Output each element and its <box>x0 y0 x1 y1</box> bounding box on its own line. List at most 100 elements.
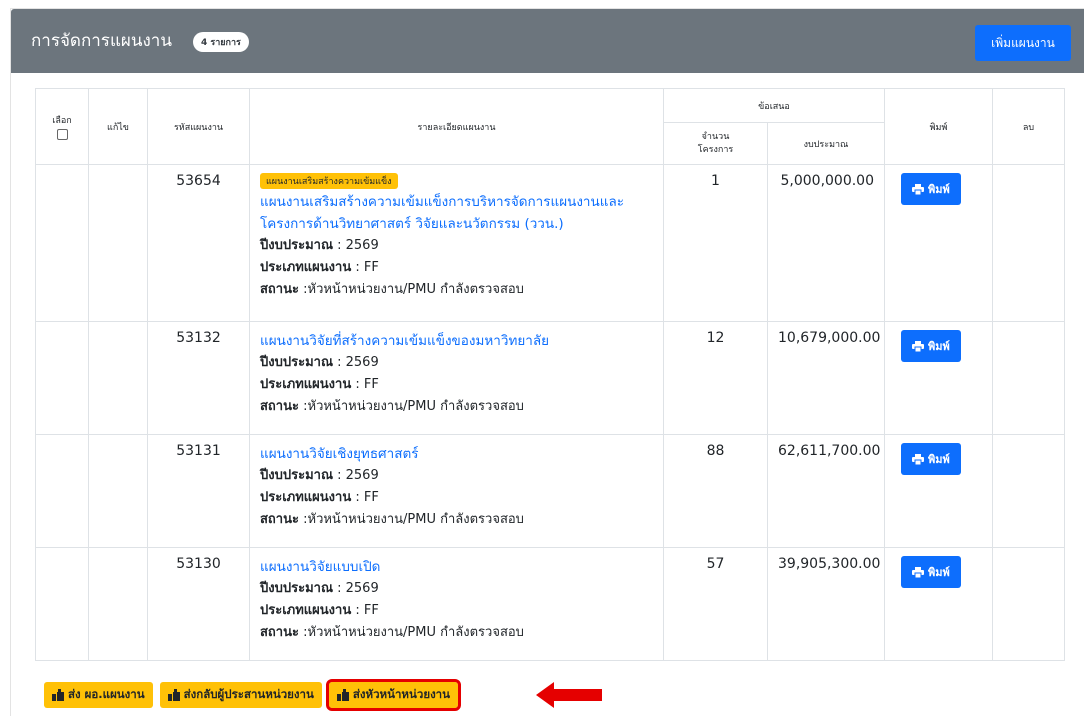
plan-type-value: : FF <box>351 603 379 618</box>
plan-code: 53132 <box>147 321 250 435</box>
status-value: :หัวหน้าหน่วยงาน/PMU กำลังตรวจสอบ <box>298 625 524 640</box>
status-line: สถานะ :หัวหน้าหน่วยงาน/PMU กำลังตรวจสอบ <box>260 509 653 531</box>
header-edit: แก้ไข <box>88 88 148 165</box>
page-title: การจัดการแผนงาน <box>31 31 172 51</box>
status-value: :หัวหน้าหน่วยงาน/PMU กำลังตรวจสอบ <box>298 282 524 297</box>
send-icon <box>336 689 349 701</box>
plan-code: 53131 <box>147 434 250 548</box>
plan-code: 53654 <box>147 164 250 322</box>
print-cell: พิมพ์ <box>884 434 993 548</box>
table-row: 53130 แผนงานวิจัยแบบเปิด ปีงบประมาณ : 25… <box>35 547 1065 661</box>
action-buttons: ส่ง ผอ.แผนงาน ส่งกลับผู้ประสานหน่วยงาน ส… <box>44 679 462 711</box>
select-cell <box>35 164 89 322</box>
header-proposal: ข้อเสนอ <box>663 88 885 123</box>
status-line: สถานะ :หัวหน้าหน่วยงาน/PMU กำลังตรวจสอบ <box>260 279 653 301</box>
table-row: 53654 แผนงานเสริมสร้างความเข้มแข็ง แผนงา… <box>35 164 1065 322</box>
plan-tag: แผนงานเสริมสร้างความเข้มแข็ง <box>260 173 398 189</box>
plan-title-link[interactable]: แผนงานวิจัยแบบเปิด <box>260 556 653 578</box>
fiscal-year-line: ปีงบประมาณ : 2569 <box>260 235 653 257</box>
fiscal-year-value: : 2569 <box>333 468 379 483</box>
fiscal-year-value: : 2569 <box>333 581 379 596</box>
printer-icon <box>912 453 924 465</box>
project-count: 57 <box>663 547 768 661</box>
print-button[interactable]: พิมพ์ <box>901 443 961 475</box>
send-unit-head-button[interactable]: ส่งหัวหน้าหน่วยงาน <box>325 679 462 711</box>
status-value: :หัวหน้าหน่วยงาน/PMU กำลังตรวจสอบ <box>298 399 524 414</box>
fiscal-year-line: ปีงบประมาณ : 2569 <box>260 578 653 600</box>
project-count: 12 <box>663 321 768 435</box>
send-plan-director-label: ส่ง ผอ.แผนงาน <box>68 687 145 701</box>
budget-amount: 39,905,300.00 <box>767 547 885 661</box>
project-count: 88 <box>663 434 768 548</box>
print-button[interactable]: พิมพ์ <box>901 173 961 205</box>
plan-code: 53130 <box>147 547 250 661</box>
print-label: พิมพ์ <box>928 183 950 196</box>
plan-type-line: ประเภทแผนงาน : FF <box>260 257 653 279</box>
status-line: สถานะ :หัวหน้าหน่วยงาน/PMU กำลังตรวจสอบ <box>260 622 653 644</box>
print-label: พิมพ์ <box>928 453 950 466</box>
plan-type-line: ประเภทแผนงาน : FF <box>260 374 653 396</box>
plan-type-label: ประเภทแผนงาน <box>260 377 352 392</box>
header-print: พิมพ์ <box>884 88 993 165</box>
print-label: พิมพ์ <box>928 566 950 579</box>
header-detail: รายละเอียดแผนงาน <box>249 88 664 165</box>
fiscal-year-label: ปีงบประมาณ <box>260 581 333 596</box>
table-row: 53131 แผนงานวิจัยเชิงยุทธศาสตร์ ปีงบประม… <box>35 434 1065 548</box>
plan-detail: แผนงานวิจัยเชิงยุทธศาสตร์ ปีงบประมาณ : 2… <box>249 434 664 548</box>
fiscal-year-line: ปีงบประมาณ : 2569 <box>260 465 653 487</box>
header-code: รหัสแผนงาน <box>147 88 250 165</box>
plan-type-value: : FF <box>351 377 379 392</box>
print-label: พิมพ์ <box>928 340 950 353</box>
status-value: :หัวหน้าหน่วยงาน/PMU กำลังตรวจสอบ <box>298 512 524 527</box>
edit-cell <box>88 434 148 548</box>
return-coordinator-label: ส่งกลับผู้ประสานหน่วยงาน <box>183 687 314 701</box>
status-label: สถานะ <box>260 282 299 297</box>
delete-cell <box>992 547 1065 661</box>
fiscal-year-value: : 2569 <box>333 355 379 370</box>
return-coordinator-button[interactable]: ส่งกลับผู้ประสานหน่วยงาน <box>159 682 322 708</box>
fiscal-year-line: ปีงบประมาณ : 2569 <box>260 352 653 374</box>
project-count: 1 <box>663 164 768 322</box>
header-select: เลือก <box>35 88 89 165</box>
select-all-checkbox[interactable] <box>56 129 68 140</box>
fiscal-year-label: ปีงบประมาณ <box>260 238 333 253</box>
printer-icon <box>912 183 924 195</box>
plan-type-value: : FF <box>351 490 379 505</box>
print-cell: พิมพ์ <box>884 164 993 322</box>
edit-cell <box>88 321 148 435</box>
red-arrow-icon <box>536 682 602 708</box>
budget-amount: 10,679,000.00 <box>767 321 885 435</box>
plan-title-link[interactable]: แผนงานวิจัยที่สร้างความเข้มแข็งของมหาวิท… <box>260 330 653 352</box>
plan-type-label: ประเภทแผนงาน <box>260 260 352 275</box>
plan-type-line: ประเภทแผนงาน : FF <box>260 487 653 509</box>
send-plan-director-button[interactable]: ส่ง ผอ.แผนงาน <box>44 682 153 708</box>
table-row: 53132 แผนงานวิจัยที่สร้างความเข้มแข็งของ… <box>35 321 1065 435</box>
select-cell <box>35 434 89 548</box>
edit-cell <box>88 164 148 322</box>
print-button[interactable]: พิมพ์ <box>901 330 961 362</box>
plan-detail: แผนงานวิจัยที่สร้างความเข้มแข็งของมหาวิท… <box>249 321 664 435</box>
plan-table: เลือก แก้ไข รหัสแผนงาน รายละเอียดแผนงาน … <box>35 88 1065 661</box>
delete-cell <box>992 321 1065 435</box>
fiscal-year-value: : 2569 <box>333 238 379 253</box>
printer-icon <box>912 340 924 352</box>
send-icon <box>52 689 64 701</box>
card-header: การจัดการแผนงาน 4 รายการ เพิ่มแผนงาน <box>11 9 1084 73</box>
plan-title-link[interactable]: แผนงานเสริมสร้างความเข้มแข็งการบริหารจัด… <box>260 191 653 235</box>
budget-amount: 62,611,700.00 <box>767 434 885 548</box>
add-plan-button[interactable]: เพิ่มแผนงาน <box>975 25 1071 61</box>
fiscal-year-label: ปีงบประมาณ <box>260 468 333 483</box>
header-select-label: เลือก <box>52 116 72 126</box>
print-button[interactable]: พิมพ์ <box>901 556 961 588</box>
plan-type-value: : FF <box>351 260 379 275</box>
plan-type-label: ประเภทแผนงาน <box>260 603 352 618</box>
header-project-count: จำนวน โครงการ <box>663 122 768 165</box>
fiscal-year-label: ปีงบประมาณ <box>260 355 333 370</box>
delete-cell <box>992 164 1065 322</box>
header-delete: ลบ <box>992 88 1065 165</box>
plan-title-link[interactable]: แผนงานวิจัยเชิงยุทธศาสตร์ <box>260 443 653 465</box>
status-label: สถานะ <box>260 399 299 414</box>
send-icon <box>167 689 180 701</box>
print-cell: พิมพ์ <box>884 547 993 661</box>
print-cell: พิมพ์ <box>884 321 993 435</box>
